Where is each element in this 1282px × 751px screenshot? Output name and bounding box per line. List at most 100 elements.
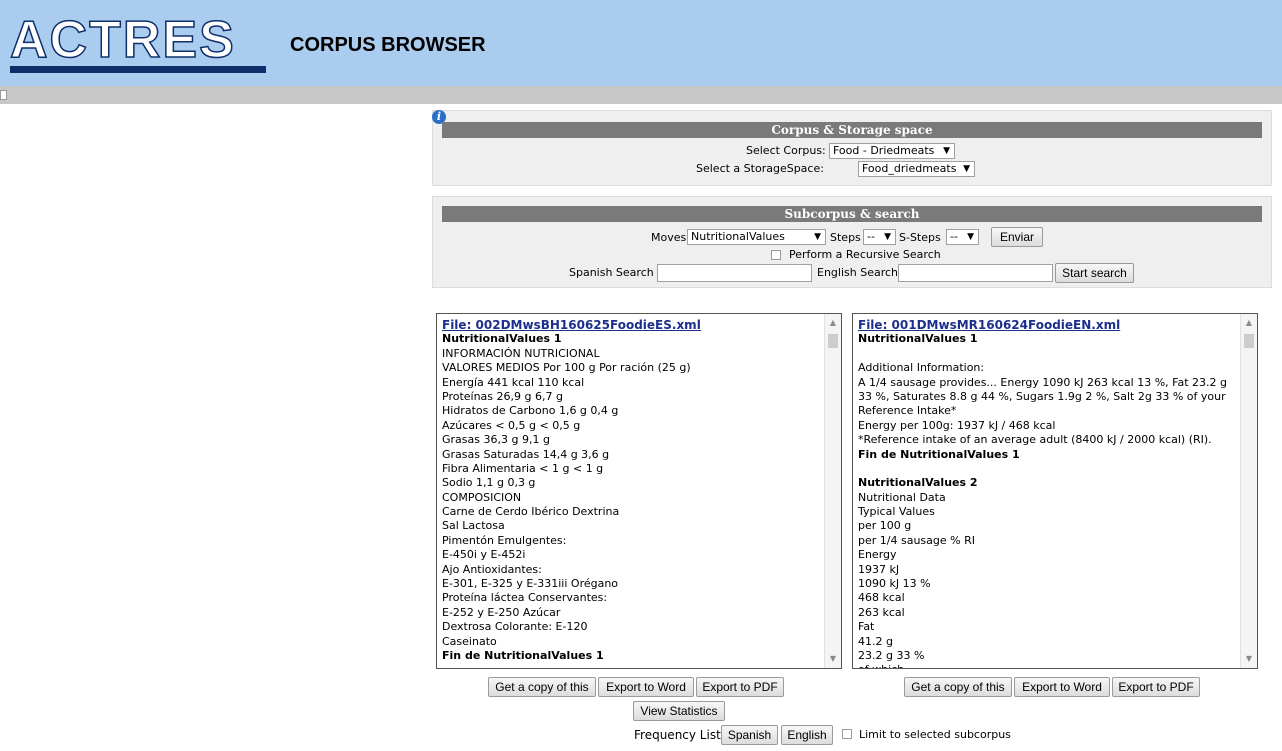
document-line: 1937 kJ (858, 562, 900, 576)
scroll-down-icon[interactable]: ▼ (825, 652, 841, 666)
start-search-button[interactable]: Start search (1055, 263, 1134, 283)
toolbar-band (0, 86, 1282, 104)
ssteps-dropdown[interactable]: -- ▼ (946, 229, 979, 245)
english-search-label: English Search (817, 266, 899, 279)
steps-dropdown[interactable]: -- ▼ (863, 229, 896, 245)
document-line: Additional Information: (858, 361, 985, 375)
scroll-up-icon[interactable]: ▲ (1241, 316, 1257, 330)
moves-dropdown[interactable]: NutritionalValues ▼ (687, 229, 826, 245)
english-document-content: File: 001DMwsMR160624FoodieEN.xml Nutrit… (858, 318, 1233, 668)
view-statistics-button[interactable]: View Statistics (633, 701, 725, 721)
document-line: COMPOSICION (442, 490, 522, 504)
moves-label: Moves (651, 231, 687, 244)
spanish-document-panel[interactable]: File: 002DMwsBH160625FoodieES.xml Nutrit… (436, 313, 842, 669)
frequency-list-label: Frequency List: (634, 728, 725, 742)
document-line: Ajo Antioxidantes: (442, 562, 542, 576)
chevron-down-icon: ▼ (943, 146, 950, 156)
chevron-down-icon: ▼ (884, 232, 891, 242)
document-line: Fat (858, 620, 875, 634)
document-line: E-252 y E-250 Azúcar (442, 605, 561, 619)
left-copy-button[interactable]: Get a copy of this (488, 677, 596, 697)
spanish-document-lines: NutritionalValues 1 INFORMACIÓN NUTRICION… (442, 332, 817, 663)
english-document-lines: NutritionalValues 1 Additional Informatio… (858, 332, 1233, 668)
scroll-thumb[interactable] (1244, 334, 1254, 348)
chevron-down-icon: ▼ (963, 164, 970, 174)
document-line: per 100 g (858, 519, 912, 533)
steps-label: Steps (830, 231, 861, 244)
document-line: Energía 441 kcal 110 kcal (442, 375, 585, 389)
document-line: Proteínas 26,9 g 6,7 g (442, 389, 563, 403)
spanish-document-scrollbar[interactable]: ▲ ▼ (824, 314, 841, 668)
select-storage-dropdown[interactable]: Food_driedmeats ▼ (858, 161, 975, 177)
subcorpus-search-title: Subcorpus & search (442, 206, 1262, 222)
document-line: Fin de NutritionalValues 1 (442, 648, 604, 662)
enviar-button[interactable]: Enviar (991, 227, 1043, 247)
left-export-pdf-button[interactable]: Export to PDF (696, 677, 784, 697)
spanish-file-link[interactable]: File: 002DMwsBH160625FoodieES.xml (442, 318, 701, 332)
document-line: *Reference intake of an average adult (8… (858, 433, 1212, 447)
select-storage-label: Select a StorageSpace: (696, 162, 824, 175)
english-search-input[interactable] (898, 264, 1053, 282)
recursive-search-checkbox[interactable] (771, 250, 781, 260)
document-line: Typical Values (858, 505, 935, 519)
panel-toggle-handle[interactable] (0, 90, 7, 100)
document-line: Caseinato (442, 634, 497, 648)
document-line: Sal Lactosa (442, 519, 505, 533)
steps-value: -- (867, 230, 875, 243)
select-corpus-dropdown[interactable]: Food - Driedmeats ▼ (829, 143, 955, 159)
right-copy-button[interactable]: Get a copy of this (904, 677, 1012, 697)
document-line: Hidratos de Carbono 1,6 g 0,4 g (442, 404, 619, 418)
select-corpus-label: Select Corpus: (746, 144, 826, 157)
document-line: NutritionalValues 1 (442, 332, 562, 346)
limit-subcorpus-checkbox[interactable] (842, 729, 852, 739)
right-export-word-button[interactable]: Export to Word (1014, 677, 1110, 697)
scroll-down-icon[interactable]: ▼ (1241, 652, 1257, 666)
document-line: Nutritional Data (858, 490, 946, 504)
english-document-scrollbar[interactable]: ▲ ▼ (1240, 314, 1257, 668)
limit-subcorpus-label: Limit to selected subcorpus (859, 728, 1011, 741)
spanish-document-content: File: 002DMwsBH160625FoodieES.xml Nutrit… (442, 318, 817, 663)
document-line: NutritionalValues 2 (858, 476, 978, 490)
document-line: Grasas 36,3 g 9,1 g (442, 433, 550, 447)
document-line: 468 kcal (858, 591, 905, 605)
ssteps-label: S-Steps (899, 231, 941, 244)
english-document-panel[interactable]: File: 001DMwsMR160624FoodieEN.xml Nutrit… (852, 313, 1258, 669)
document-line: 23.2 g 33 % (858, 648, 925, 662)
document-line: E-301, E-325 y E-331iii Orégano (442, 577, 619, 591)
spanish-search-label: Spanish Search (569, 266, 654, 279)
document-line: E-450i y E-452i (442, 548, 526, 562)
document-line: 263 kcal (858, 605, 905, 619)
english-file-link[interactable]: File: 001DMwsMR160624FoodieEN.xml (858, 318, 1120, 332)
document-line: Grasas Saturadas 14,4 g 3,6 g (442, 447, 610, 461)
logo-text: ACTRES (9, 11, 236, 69)
scroll-thumb[interactable] (828, 334, 838, 348)
document-line: Carne de Cerdo Ibérico Dextrina (442, 505, 620, 519)
document-line: Sodio 1,1 g 0,3 g (442, 476, 536, 490)
corpus-storage-title: Corpus & Storage space (442, 122, 1262, 138)
left-export-word-button[interactable]: Export to Word (598, 677, 694, 697)
document-line: 33 %, Saturates 8.8 g 44 %, Sugars 1.9g … (858, 389, 1226, 403)
moves-value: NutritionalValues (691, 230, 785, 243)
document-line: Reference Intake* (858, 404, 957, 418)
app-title: CORPUS BROWSER (290, 34, 486, 56)
app-header: ACTRES CORPUS BROWSER (0, 0, 1282, 86)
select-corpus-value: Food - Driedmeats (833, 144, 935, 157)
document-line: Energy (858, 548, 897, 562)
document-line: A 1/4 sausage provides... Energy 1090 kJ… (858, 375, 1227, 389)
ssteps-value: -- (950, 230, 958, 243)
document-line: VALORES MEDIOS Por 100 g Por ración (25 … (442, 361, 691, 375)
right-export-pdf-button[interactable]: Export to PDF (1112, 677, 1200, 697)
spanish-search-input[interactable] (657, 264, 812, 282)
frequency-spanish-button[interactable]: Spanish (721, 725, 778, 745)
scroll-up-icon[interactable]: ▲ (825, 316, 841, 330)
frequency-english-button[interactable]: English (781, 725, 833, 745)
document-line: Dextrosa Colorante: E-120 (442, 620, 588, 634)
recursive-search-label: Perform a Recursive Search (789, 248, 941, 261)
document-line: Fibra Alimentaria < 1 g < 1 g (442, 461, 604, 475)
document-line: INFORMACIÓN NUTRICIONAL (442, 346, 600, 360)
document-line: Fin de NutritionalValues 1 (858, 447, 1020, 461)
document-line: Pimentón Emulgentes: (442, 533, 567, 547)
document-line: Energy per 100g: 1937 kJ / 468 kcal (858, 418, 1056, 432)
